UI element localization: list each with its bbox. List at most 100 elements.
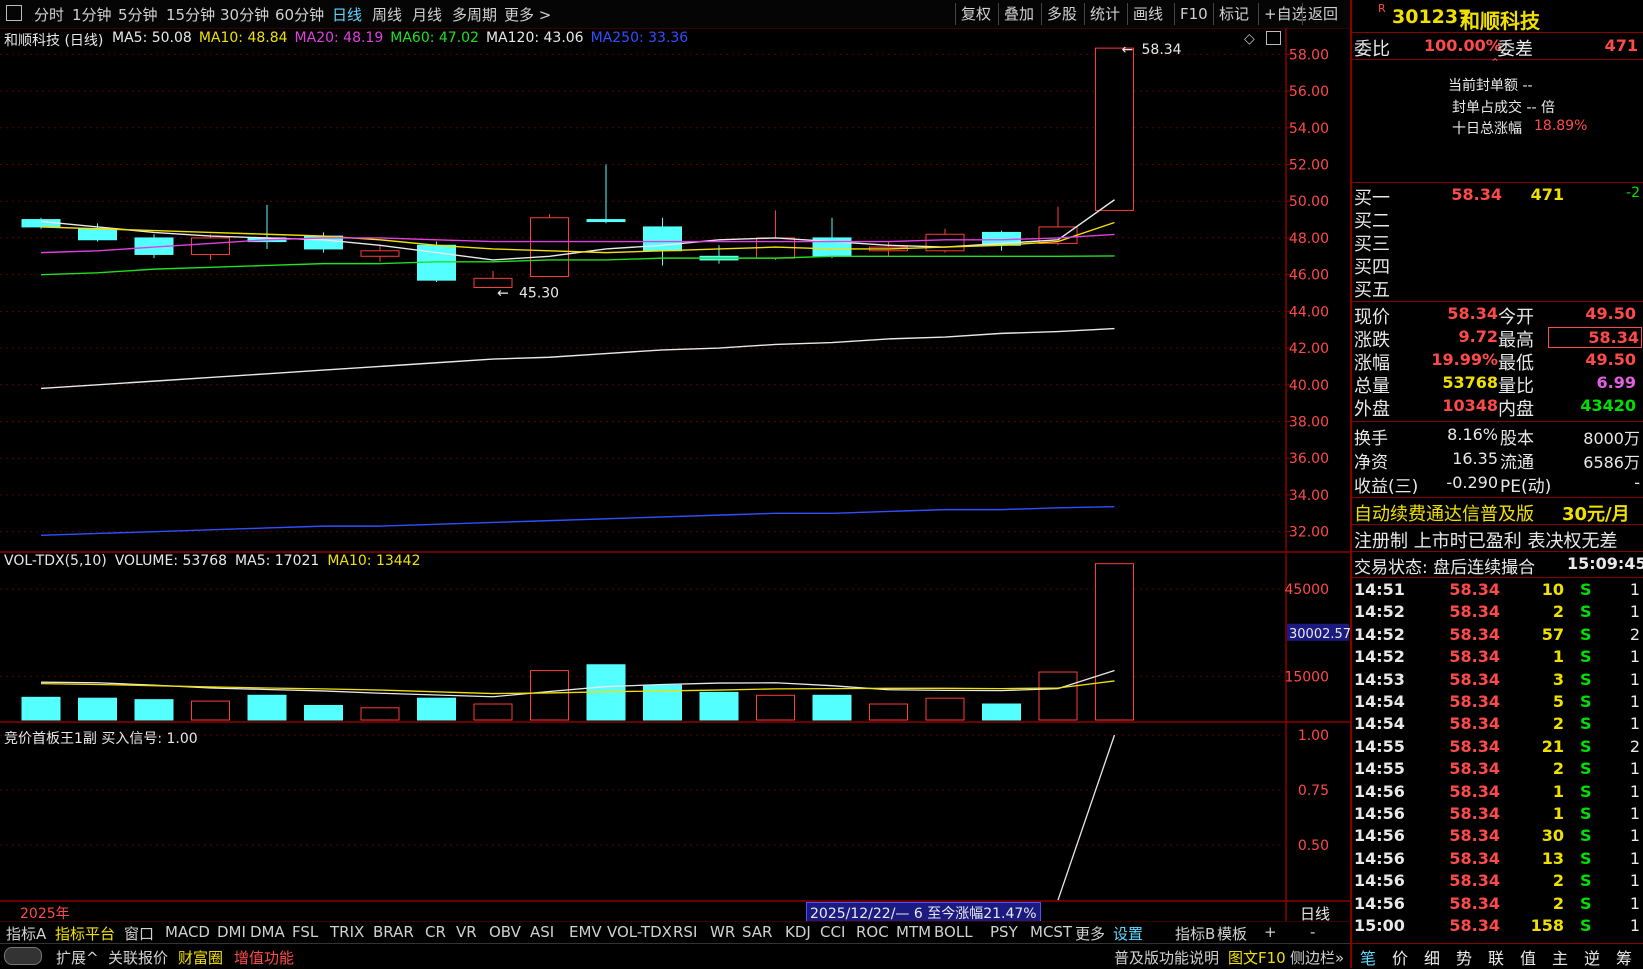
side-tab-6[interactable]: 主 xyxy=(1552,945,1568,969)
diamond-icon[interactable]: ◇ xyxy=(1244,31,1255,47)
indicator-tab-15[interactable]: RSI xyxy=(673,923,697,941)
period-tab-10[interactable]: 更多 > xyxy=(504,4,551,25)
ma-legend: MA5: 50.08 MA10: 48.84 MA20: 48.19 MA60: 47… xyxy=(112,30,695,46)
side-tab-4[interactable]: 联 xyxy=(1488,945,1504,969)
tick-price: 58.34 xyxy=(1449,714,1500,734)
period-tab-2[interactable]: 5分钟 xyxy=(118,4,158,25)
quote-value-2a: 19.99% xyxy=(1431,350,1498,369)
bid-price-0[interactable]: 58.34 xyxy=(1424,185,1502,204)
status-item-3[interactable]: 增值功能 xyxy=(234,947,294,968)
status-right-item-0[interactable]: 普及版功能说明 xyxy=(1114,947,1219,968)
tick-row: 14:56 58.34 30 S 1 xyxy=(1352,826,1643,848)
period-tab-7[interactable]: 周线 xyxy=(372,4,402,25)
indicator-tab-9[interactable]: CR xyxy=(425,923,446,941)
toggle-switch[interactable] xyxy=(4,947,42,965)
tick-side: S xyxy=(1580,916,1592,935)
indicator-tab-26[interactable]: 设置 xyxy=(1113,923,1143,944)
toolbar-button-0[interactable]: 复权 xyxy=(955,3,996,25)
side-tab-3[interactable]: 势 xyxy=(1456,945,1472,969)
status-item-1[interactable]: 关联报价 xyxy=(108,947,168,968)
indicator-tab-8[interactable]: BRAR xyxy=(373,923,414,941)
fund-label-1b: 流通 xyxy=(1500,453,1534,473)
indicator-tab-16[interactable]: WR xyxy=(710,923,735,941)
indicator-tab-21[interactable]: MTM xyxy=(896,923,931,941)
collapse-icon[interactable]: ⌃ xyxy=(1490,56,1500,70)
panel-toggle-icon[interactable] xyxy=(1266,31,1281,45)
toolbar-button-1[interactable]: 叠加 xyxy=(998,3,1039,25)
indicator-tab-13[interactable]: EMV xyxy=(569,923,602,941)
side-tab-8[interactable]: 筹 xyxy=(1616,945,1632,969)
side-tab-7[interactable]: 逆 xyxy=(1584,945,1600,969)
period-tab-5[interactable]: 60分钟 xyxy=(275,4,324,25)
status-right-item-2[interactable]: 侧边栏» xyxy=(1290,947,1344,968)
indicator-tab-4[interactable]: DMI xyxy=(217,923,246,941)
volume-bar xyxy=(191,700,230,721)
tick-count: 1 xyxy=(1629,602,1640,622)
indicator-tab-18[interactable]: KDJ xyxy=(785,923,811,941)
period-tab-4[interactable]: 30分钟 xyxy=(220,4,269,25)
indicator-tab-19[interactable]: CCI xyxy=(820,923,845,941)
menu-icon[interactable] xyxy=(6,5,22,21)
ad-price[interactable]: 30元/月 xyxy=(1562,500,1630,526)
indicator-tab-25[interactable]: 更多 xyxy=(1075,923,1105,944)
indicator-tab-23[interactable]: PSY xyxy=(990,923,1018,941)
period-tab-6[interactable]: 日线 xyxy=(332,4,362,25)
side-tab-5[interactable]: 值 xyxy=(1520,945,1536,969)
tick-price: 58.34 xyxy=(1449,893,1500,913)
indicator-tab-1[interactable]: 指标平台 xyxy=(55,923,115,944)
ad-line-1[interactable]: 自动续费通达信普及版 xyxy=(1354,500,1534,526)
indicator-tab-14[interactable]: VOL-TDX xyxy=(607,923,672,941)
side-tab-2[interactable]: 细 xyxy=(1424,945,1440,969)
period-toolbar: 分时 1分钟 5分钟 15分钟 30分钟 60分钟 日线 周线 月线 多周期 更多 > 复权 叠加 多股… xyxy=(0,0,1350,29)
indicator-tab-30[interactable]: - xyxy=(1310,923,1315,941)
indicator-tab-28[interactable]: 模板 xyxy=(1217,923,1247,944)
trade-time: 15:09:45 xyxy=(1567,554,1643,573)
toolbar-button-4[interactable]: 画线 xyxy=(1127,3,1168,25)
indicator-tab-10[interactable]: VR xyxy=(456,923,477,941)
indicator-tab-20[interactable]: ROC xyxy=(856,923,889,941)
indicator-tab-5[interactable]: DMA xyxy=(250,923,285,941)
indicator-tab-29[interactable]: + xyxy=(1264,923,1277,941)
toolbar-button-2[interactable]: 多股 xyxy=(1041,3,1082,25)
status-item-0[interactable]: 扩展^ xyxy=(56,947,99,968)
period-tab-9[interactable]: 多周期 xyxy=(452,4,497,25)
period-tab-0[interactable]: 分时 xyxy=(34,4,64,25)
tick-time: 14:52 xyxy=(1354,647,1405,667)
indicator-tab-11[interactable]: OBV xyxy=(489,923,521,941)
status-item-2[interactable]: 财富圈 xyxy=(178,947,223,968)
side-tab-0[interactable]: 笔 xyxy=(1360,945,1376,969)
signal-legend: 竞价首板王1副 买入信号: 1.00 xyxy=(4,731,198,747)
indicator-tab-0[interactable]: 指标A xyxy=(6,923,46,944)
indicator-tab-6[interactable]: FSL xyxy=(292,923,318,941)
tick-price: 58.34 xyxy=(1449,759,1500,779)
period-tab-1[interactable]: 1分钟 xyxy=(72,4,112,25)
kline-chart[interactable]: 58.00 56.00 54.00 52.00 50.00 48.00 46.00 44.00… xyxy=(0,28,1350,921)
indicator-tab-22[interactable]: BOLL xyxy=(934,923,973,941)
toolbar-button-3[interactable]: 统计 xyxy=(1084,3,1125,25)
side-tab-1[interactable]: 价 xyxy=(1392,945,1408,969)
quote-panel: R 301237 和顺科技 委比 100.00% 委差 471 ⌃ 当前封单额 … xyxy=(1350,0,1643,968)
toolbar-button-6[interactable]: 标记 xyxy=(1213,3,1254,25)
toolbar-button-5[interactable]: F10 xyxy=(1174,3,1213,25)
period-tab-3[interactable]: 15分钟 xyxy=(166,4,215,25)
period-tab-8[interactable]: 月线 xyxy=(412,4,442,25)
candle-body xyxy=(360,250,400,257)
indicator-tab-17[interactable]: SAR xyxy=(742,923,772,941)
tick-price: 58.34 xyxy=(1449,624,1500,644)
bid-label-4: 买五 xyxy=(1354,280,1390,301)
vol-label-3: MA10: 13442 xyxy=(327,553,421,569)
status-right-item-1[interactable]: 图文F10 xyxy=(1228,947,1286,968)
tick-row: 14:55 58.34 2 S 1 xyxy=(1352,759,1643,781)
ma-label-5: MA250: 33.36 xyxy=(590,30,689,46)
indicator-tab-2[interactable]: 窗口 xyxy=(124,923,154,944)
indicator-tab-12[interactable]: ASI xyxy=(530,923,554,941)
indicator-tab-7[interactable]: TRIX xyxy=(330,923,364,941)
indicator-tab-3[interactable]: MACD xyxy=(165,923,210,941)
candles xyxy=(21,47,1134,721)
tick-volume: 2 xyxy=(1552,602,1564,622)
ad-line-2[interactable]: 注册制 上市时已盈利 表决权无差 xyxy=(1354,527,1617,553)
indicator-tab-24[interactable]: MCST xyxy=(1030,923,1072,941)
toolbar-button-8[interactable]: 返回 xyxy=(1302,3,1343,25)
tick-price: 58.34 xyxy=(1449,871,1500,891)
indicator-tab-27[interactable]: 指标B xyxy=(1175,923,1215,944)
